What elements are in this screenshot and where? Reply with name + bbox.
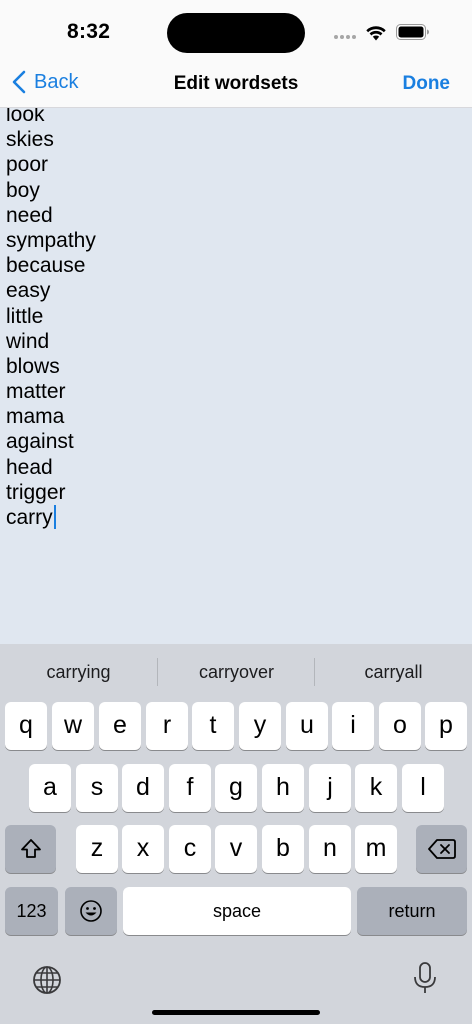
suggestion-2[interactable]: carryover: [158, 644, 315, 700]
done-button[interactable]: Done: [403, 73, 451, 95]
backspace-key[interactable]: [416, 825, 467, 873]
word-line: easy: [6, 279, 51, 303]
battery-icon: [396, 24, 429, 40]
status-bar: 8:32: [0, 0, 472, 62]
key-g[interactable]: g: [215, 764, 257, 812]
key-d[interactable]: d: [122, 764, 164, 812]
key-c[interactable]: c: [169, 825, 211, 873]
word-line: mama: [6, 405, 65, 429]
key-i[interactable]: i: [332, 702, 374, 750]
word-line: skies: [6, 128, 54, 152]
current-word: carry: [6, 506, 53, 529]
key-q[interactable]: q: [5, 702, 47, 750]
key-o[interactable]: o: [379, 702, 421, 750]
word-line: wind: [6, 329, 50, 353]
home-indicator: [152, 1010, 320, 1015]
microphone-icon[interactable]: [413, 962, 437, 996]
key-x[interactable]: x: [122, 825, 164, 873]
navigation-bar: Back Edit wordsets Done: [0, 62, 472, 108]
key-f[interactable]: f: [169, 764, 211, 812]
shift-key[interactable]: [5, 825, 56, 873]
status-time: 8:32: [67, 20, 111, 43]
suggestion-3[interactable]: carryall: [315, 644, 472, 700]
key-b[interactable]: b: [262, 825, 304, 873]
key-h[interactable]: h: [262, 764, 304, 812]
key-s[interactable]: s: [76, 764, 118, 812]
word-line: poor: [6, 153, 49, 177]
dynamic-island: [167, 13, 305, 53]
key-e[interactable]: e: [99, 702, 141, 750]
suggestion-1[interactable]: carrying: [0, 644, 157, 700]
key-z[interactable]: z: [76, 825, 118, 873]
word-line-current: carry: [6, 505, 96, 530]
key-w[interactable]: w: [52, 702, 94, 750]
key-n[interactable]: n: [309, 825, 351, 873]
wordset-text-editor[interactable]: look skies poor boy need sympathy becaus…: [0, 108, 472, 644]
key-u[interactable]: u: [286, 702, 328, 750]
word-line: matter: [6, 380, 66, 404]
emoji-key[interactable]: [65, 887, 117, 935]
page-title: Edit wordsets: [173, 73, 299, 94]
word-line: boy: [6, 178, 40, 202]
word-line: look: [6, 108, 45, 126]
key-k[interactable]: k: [355, 764, 397, 812]
key-t[interactable]: t: [192, 702, 234, 750]
word-line: head: [6, 455, 53, 479]
word-line: little: [6, 304, 44, 328]
key-j[interactable]: j: [309, 764, 351, 812]
key-r[interactable]: r: [146, 702, 188, 750]
backspace-icon: [427, 839, 456, 859]
key-p[interactable]: p: [425, 702, 467, 750]
globe-icon[interactable]: [32, 965, 62, 995]
text-caret: [53, 505, 56, 529]
wifi-icon: [366, 26, 386, 41]
suggestion-bar: carrying carryover carryall: [0, 644, 472, 700]
word-line: sympathy: [6, 228, 96, 252]
word-line: against: [6, 430, 74, 454]
word-line: trigger: [6, 480, 66, 504]
space-key[interactable]: space: [123, 887, 351, 935]
key-l[interactable]: l: [402, 764, 444, 812]
cellular-signal-icon: [334, 35, 356, 39]
key-v[interactable]: v: [215, 825, 257, 873]
word-line: need: [6, 203, 53, 227]
return-key[interactable]: return: [357, 887, 467, 935]
word-line: blows: [6, 354, 60, 378]
word-list: look skies poor boy need sympathy becaus…: [6, 108, 96, 530]
key-y[interactable]: y: [239, 702, 281, 750]
numbers-key[interactable]: 123: [5, 887, 58, 935]
word-line: because: [6, 254, 86, 278]
key-a[interactable]: a: [29, 764, 71, 812]
key-m[interactable]: m: [355, 825, 397, 873]
shift-icon: [20, 839, 41, 858]
keyboard: carrying carryover carryall q w e r t y …: [0, 644, 472, 1024]
emoji-icon: [80, 900, 102, 922]
